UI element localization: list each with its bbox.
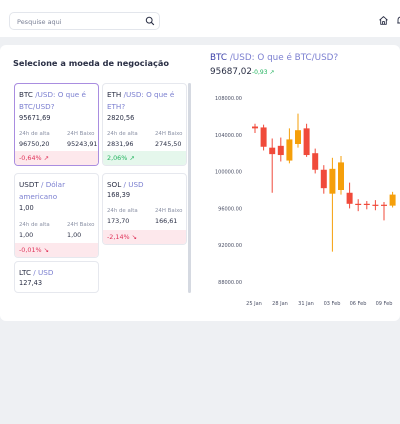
- card-list-scrollbar[interactable]: [188, 83, 191, 293]
- low-label: 24H Baixo: [155, 208, 183, 214]
- x-tick-label: 09 Feb: [376, 301, 393, 307]
- candle[interactable]: [346, 182, 353, 209]
- chart-price: 95687,02: [210, 67, 252, 77]
- card-name: BTC /USD: O que é BTC/USD?: [19, 90, 86, 111]
- low-value: 2745,50: [155, 140, 182, 148]
- low-value: 166,61: [155, 217, 178, 225]
- change-badge: -0,64% ↗: [15, 151, 98, 165]
- card-price: 168,39: [107, 191, 131, 199]
- candle[interactable]: [389, 191, 396, 208]
- candle[interactable]: [329, 157, 336, 252]
- currency-card-sol[interactable]: SOL / USD 168,39 24h de alta 24H Baixo 1…: [102, 173, 187, 245]
- chart-title: BTC /USD: O que é BTC/USD?: [210, 53, 339, 63]
- high-value: 96750,20: [19, 140, 50, 148]
- candle[interactable]: [312, 148, 319, 174]
- high-label: 24h de alta: [107, 131, 138, 137]
- y-tick-label: 108000.00: [215, 96, 242, 102]
- x-tick-label: 03 Feb: [324, 301, 341, 307]
- search-input[interactable]: [17, 15, 142, 28]
- card-price: 1,00: [19, 204, 34, 212]
- scrollbar-thumb[interactable]: [188, 83, 191, 293]
- high-value: 1,00: [19, 231, 34, 239]
- card-name: ETH /USD: O que é ETH?: [107, 90, 175, 111]
- high-label: 24h de alta: [107, 208, 138, 214]
- y-tick-label: 88000.00: [218, 280, 242, 286]
- x-tick-label: 31 Jan: [298, 301, 314, 307]
- candle[interactable]: [363, 201, 370, 210]
- top-bar: [0, 0, 400, 37]
- candle[interactable]: [252, 123, 258, 133]
- home-icon[interactable]: [378, 15, 389, 26]
- candle[interactable]: [355, 199, 362, 212]
- x-tick-label: 25 Jan: [246, 301, 262, 307]
- candle[interactable]: [372, 200, 379, 211]
- high-label: 24h de alta: [19, 131, 50, 137]
- candle[interactable]: [303, 123, 310, 157]
- candle[interactable]: [381, 201, 387, 221]
- low-value: 95243,91: [67, 140, 98, 148]
- change-badge: 2,06% ↗: [103, 151, 186, 165]
- high-value: 173,70: [107, 217, 130, 225]
- candle[interactable]: [277, 137, 284, 162]
- y-tick-label: 96000.00: [218, 206, 242, 212]
- y-tick-label: 92000.00: [218, 243, 242, 249]
- candle[interactable]: [286, 128, 293, 164]
- candle[interactable]: [338, 155, 344, 195]
- card-name: LTC / USD: [19, 268, 54, 277]
- low-label: 24H Baixo: [67, 131, 95, 137]
- search-icon[interactable]: [145, 16, 155, 26]
- change-badge: -0,01% ↘: [15, 243, 98, 257]
- search-box[interactable]: [9, 12, 160, 30]
- card-price: 127,43: [19, 279, 43, 287]
- candle[interactable]: [295, 113, 301, 148]
- high-value: 2831,96: [107, 140, 134, 148]
- x-tick-label: 28 Jan: [272, 301, 288, 307]
- currency-card-usdt[interactable]: USDT / Dólar americano 1,00 24h de alta …: [14, 173, 99, 258]
- card-name: USDT / Dólar americano: [19, 180, 66, 201]
- currency-card-ltc[interactable]: LTC / USD 127,43: [14, 261, 99, 293]
- candle[interactable]: [260, 124, 267, 151]
- x-tick-label: 06 Feb: [350, 301, 367, 307]
- card-price: 95671,69: [19, 114, 51, 122]
- y-tick-label: 104000.00: [215, 133, 242, 139]
- low-label: 24H Baixo: [155, 131, 183, 137]
- chart-change: -0,93 ↗: [252, 69, 275, 76]
- candle[interactable]: [320, 165, 327, 194]
- bell-icon[interactable]: [396, 15, 400, 26]
- low-label: 24H Baixo: [67, 222, 95, 228]
- card-name: SOL / USD: [107, 180, 144, 189]
- candlestick-chart[interactable]: 108000.00 104000.00 100000.00 96000.00 92000…: [208, 90, 400, 310]
- currency-card-eth[interactable]: ETH /USD: O que é ETH? 2820,56 24h de al…: [102, 83, 187, 166]
- panel-title: Selecione a moeda de negociação: [13, 58, 169, 68]
- trading-panel: Selecione a moeda de negociação BTC /USD…: [0, 45, 400, 321]
- low-value: 1,00: [67, 231, 82, 239]
- change-badge: -2,14% ↘: [103, 230, 186, 244]
- y-tick-label: 100000.00: [215, 170, 242, 176]
- high-label: 24h de alta: [19, 222, 50, 228]
- card-price: 2820,56: [107, 114, 135, 122]
- currency-card-btc[interactable]: BTC /USD: O que é BTC/USD? 95671,69 24h …: [14, 83, 99, 166]
- candle[interactable]: [269, 138, 276, 193]
